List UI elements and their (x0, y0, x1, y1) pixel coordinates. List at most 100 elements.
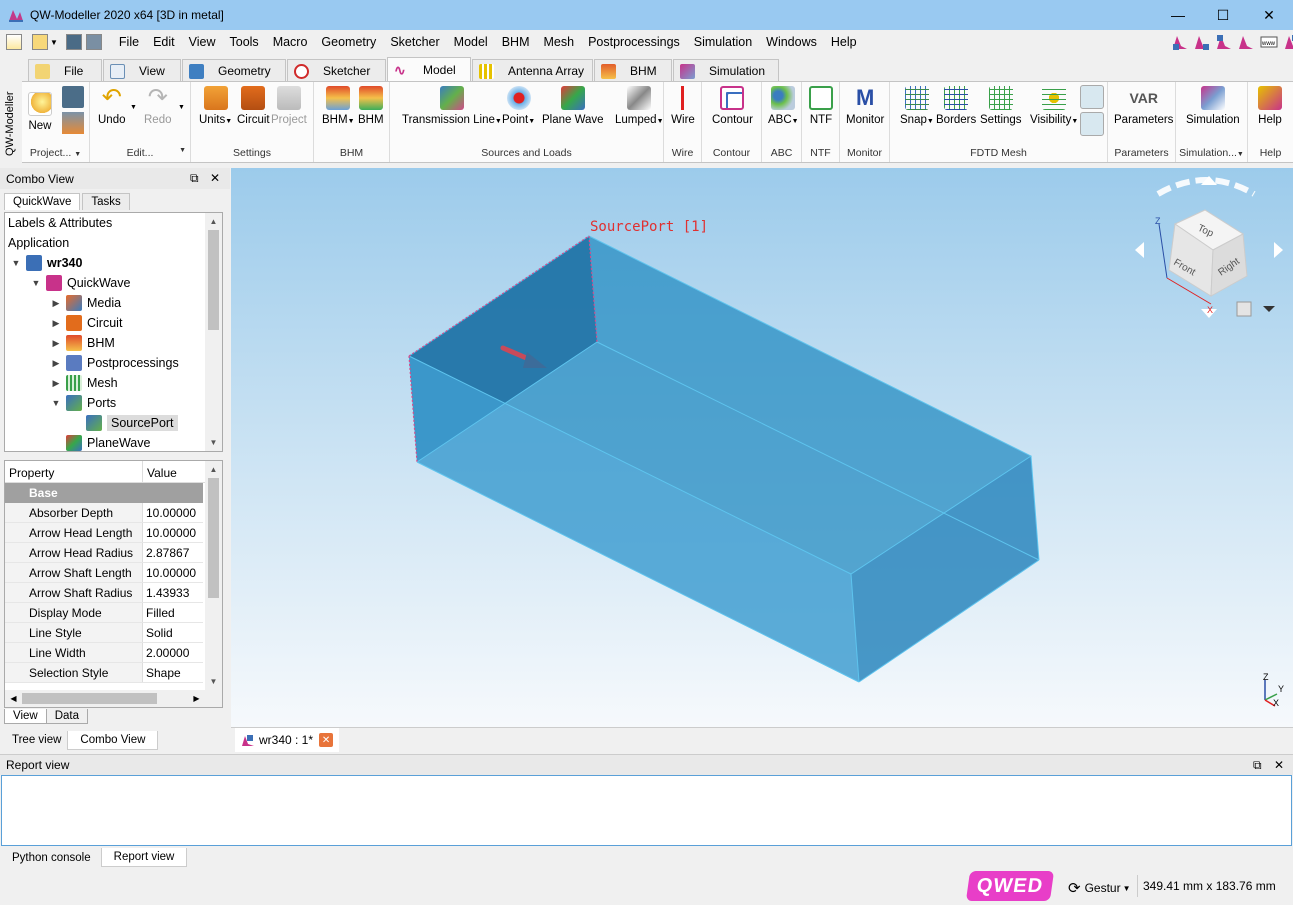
www-icon[interactable]: www (1260, 34, 1278, 50)
property-row[interactable]: Absorber Depth 10.00000 (5, 503, 203, 523)
tab-view[interactable]: View (103, 59, 181, 82)
tab-antenna-array[interactable]: Antenna Array (472, 59, 593, 82)
props-hscroll-thumb[interactable] (22, 693, 157, 704)
property-row[interactable]: Display Mode Filled (5, 603, 203, 623)
save-project-icon[interactable] (62, 86, 84, 108)
menu-help[interactable]: Help (824, 30, 864, 54)
point-button[interactable]: Point▼ (502, 86, 535, 126)
collapsed-chevron-icon[interactable]: ▶ (49, 298, 63, 309)
property-row[interactable]: Arrow Shaft Radius 1.43933 (5, 583, 203, 603)
tree-item[interactable]: ▶ Postprocessings (5, 353, 179, 373)
redo-dropdown-icon[interactable]: ▼ (178, 104, 185, 111)
props-scroll-down-icon[interactable]: ▼ (205, 673, 222, 690)
property-row[interactable]: Line Style Solid (5, 623, 203, 643)
menu-edit[interactable]: Edit (146, 30, 182, 54)
tab-sketcher[interactable]: Sketcher (287, 59, 386, 82)
open-dropdown-icon[interactable]: ▼ (50, 38, 58, 47)
tree-item[interactable]: ▶ Mesh (5, 373, 118, 393)
ntf-button[interactable]: NTF (809, 86, 833, 126)
parameters-button[interactable]: VAR Parameters (1114, 86, 1173, 126)
tab-file[interactable]: File (28, 59, 102, 82)
navigation-cube[interactable]: Top Front Right Z X (1135, 176, 1283, 318)
tree-item[interactable]: ▼ wr340 (5, 253, 82, 273)
value-column-header[interactable]: Value (143, 461, 181, 482)
tree-scrollbar[interactable]: ▲ ▼ (205, 213, 222, 451)
group-project-label[interactable]: Project... ▼ (22, 147, 89, 159)
abc-button[interactable]: ABC▼ (768, 86, 799, 126)
circuit-button[interactable]: Circuit (237, 86, 270, 126)
tree-item[interactable]: Labels & Attributes (5, 213, 112, 233)
tab-report-view[interactable]: Report view (100, 848, 188, 867)
visibility-button[interactable]: Visibility▼ (1030, 86, 1078, 126)
collapsed-chevron-icon[interactable]: ▶ (49, 318, 63, 329)
property-value[interactable]: Filled (143, 603, 175, 622)
menu-macro[interactable]: Macro (266, 30, 315, 54)
collapsed-chevron-icon[interactable]: ▶ (49, 338, 63, 349)
contour-button[interactable]: Contour (712, 86, 753, 126)
tree-item[interactable]: Application (5, 233, 69, 253)
bhm-dropdown-button[interactable]: BHM▼ (322, 86, 355, 126)
menu-geometry[interactable]: Geometry (314, 30, 383, 54)
snap-button[interactable]: Snap▼ (900, 86, 934, 126)
plane-wave-button[interactable]: Plane Wave (542, 86, 604, 126)
project-settings-button[interactable]: Project (271, 86, 307, 126)
mesh-view-toggle-2[interactable] (1080, 112, 1104, 136)
tab-python-console[interactable]: Python console (0, 849, 101, 867)
report-output[interactable] (1, 775, 1292, 846)
property-row[interactable]: Arrow Head Length 10.00000 (5, 523, 203, 543)
view-menu-cube-icon[interactable] (1236, 301, 1252, 317)
document-close-icon[interactable]: ✕ (319, 733, 334, 747)
collapsed-chevron-icon[interactable]: ▶ (49, 378, 63, 389)
undo-button[interactable]: ↶ Undo (98, 86, 126, 127)
new-file-icon[interactable] (6, 34, 22, 50)
save-icon[interactable] (65, 34, 82, 50)
property-row[interactable]: Arrow Shaft Length 10.00000 (5, 563, 203, 583)
property-row[interactable]: Selection Style Shape (5, 663, 203, 683)
report-float-icon[interactable]: ⧉ (1253, 758, 1262, 773)
tab-view-bottom[interactable]: View (4, 709, 47, 724)
scroll-up-icon[interactable]: ▲ (205, 213, 222, 230)
property-group-base[interactable]: Base (5, 483, 203, 503)
tree-item[interactable]: PlaneWave (5, 433, 150, 451)
props-scrollbar[interactable]: ▲ ▼ (205, 461, 222, 707)
tab-data-bottom[interactable]: Data (46, 709, 89, 724)
props-scroll-thumb[interactable] (208, 478, 219, 598)
tab-combo-view[interactable]: Combo View (67, 730, 159, 750)
transmission-line-button[interactable]: Transmission Line▼ (402, 86, 502, 126)
tab-geometry[interactable]: Geometry (182, 59, 286, 82)
props-scroll-up-icon[interactable]: ▲ (205, 461, 222, 478)
menu-simulation[interactable]: Simulation (687, 30, 759, 54)
expanded-chevron-icon[interactable]: ▼ (29, 278, 43, 288)
wire-button[interactable]: Wire (671, 86, 695, 126)
units-button[interactable]: Units▼ (199, 86, 232, 126)
menu-bhm[interactable]: BHM (495, 30, 537, 54)
property-value[interactable]: 2.00000 (143, 643, 190, 662)
menu-postprocessings[interactable]: Postprocessings (581, 30, 687, 54)
tab-model[interactable]: ∿ Model (387, 57, 471, 82)
monitor-button[interactable]: M Monitor (846, 86, 884, 127)
open-folder-icon[interactable] (32, 34, 48, 50)
property-value[interactable]: 10.00000 (143, 503, 197, 522)
menu-sketcher[interactable]: Sketcher (383, 30, 446, 54)
property-value[interactable]: Shape (143, 663, 181, 682)
property-value[interactable]: 10.00000 (143, 563, 197, 582)
qw-logo-icon[interactable] (1172, 34, 1188, 50)
tab-tree-view[interactable]: Tree view (0, 731, 68, 749)
minimize-button[interactable]: — (1155, 0, 1201, 30)
property-value[interactable]: 2.87867 (143, 543, 190, 562)
props-hscrollbar[interactable]: ◀ ▶ (5, 690, 205, 707)
lumped-button[interactable]: Lumped▼ (615, 86, 664, 126)
save-as-project-icon[interactable] (62, 112, 84, 134)
nav-right-icon[interactable] (1274, 242, 1283, 258)
mesh-settings-button[interactable]: Settings (980, 86, 1022, 126)
menu-windows[interactable]: Windows (759, 30, 824, 54)
tab-bhm[interactable]: BHM (594, 59, 672, 82)
nav-left-icon[interactable] (1135, 242, 1144, 258)
tree-item[interactable]: ▶ BHM (5, 333, 115, 353)
tab-quickwave[interactable]: QuickWave (4, 193, 81, 210)
tab-simulation[interactable]: Simulation (673, 59, 779, 82)
qw-logo4-icon[interactable] (1238, 34, 1254, 50)
property-column-header[interactable]: Property (5, 461, 143, 482)
menu-tools[interactable]: Tools (223, 30, 266, 54)
help-button[interactable]: Help (1258, 86, 1282, 126)
